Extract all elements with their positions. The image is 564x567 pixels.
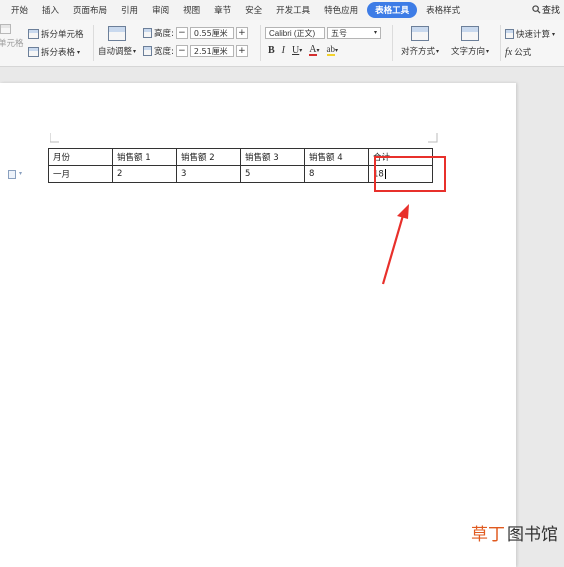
quick-calc-button[interactable]: 快速计算 ▾ — [505, 28, 555, 40]
chevron-down-icon: ▾ — [19, 170, 23, 177]
ribbon-divider — [392, 25, 393, 61]
chevron-down-icon: ▾ — [299, 47, 303, 54]
menu-security[interactable]: 安全 — [238, 4, 269, 16]
chevron-down-icon: ▾ — [335, 47, 339, 54]
menu-special[interactable]: 特色应用 — [317, 4, 365, 16]
formula-icon: fx — [505, 46, 513, 58]
search-icon — [532, 5, 541, 14]
text-direction-label: 文字方向 — [451, 47, 486, 57]
split-table-button[interactable]: 拆分表格 ▾ — [28, 46, 80, 58]
merge-cells-label: 单元格 — [0, 39, 24, 49]
table-cell[interactable]: 销售额 3 — [240, 148, 305, 166]
chevron-down-icon: ▾ — [373, 30, 377, 36]
chevron-down-icon: ▾ — [436, 47, 440, 55]
paragraph-marker-icon[interactable] — [8, 170, 16, 179]
split-table-label: 拆分表格 — [41, 48, 76, 58]
tab-table-style[interactable]: 表格样式 — [419, 4, 467, 16]
height-label: 高度: — [154, 29, 174, 39]
table-cell[interactable]: 2 — [112, 165, 177, 183]
tab-table-tools[interactable]: 表格工具 — [367, 2, 418, 18]
font-color-button[interactable]: A — [309, 45, 317, 56]
table-cell[interactable]: 销售额 2 — [176, 148, 241, 166]
margin-mark-right — [428, 133, 438, 143]
ribbon-divider — [500, 25, 501, 61]
menu-review[interactable]: 审阅 — [145, 4, 176, 16]
row-height-icon — [143, 28, 152, 38]
menu-insert[interactable]: 插入 — [35, 4, 66, 16]
ribbon-toolbar: 单元格 拆分单元格 拆分表格 ▾ 自动调整 ▾ 高度: − 0.55厘米 + 宽… — [0, 20, 564, 67]
width-input[interactable]: 2.51厘米 — [189, 45, 234, 57]
chevron-down-icon: ▾ — [486, 47, 490, 55]
formula-label: 公式 — [514, 48, 532, 58]
width-increase-button[interactable]: + — [235, 45, 248, 57]
align-icon — [411, 26, 430, 41]
menu-section[interactable]: 章节 — [207, 4, 238, 16]
format-buttons: B I U ▾ A ▾ ab ▾ — [268, 45, 338, 56]
chevron-down-icon: ▾ — [133, 47, 137, 55]
table-cell[interactable]: 月份 — [48, 148, 113, 166]
ribbon-divider — [93, 25, 94, 61]
underline-button[interactable]: U — [292, 45, 299, 56]
table-cell[interactable]: 8 — [304, 165, 369, 183]
split-cells-label: 拆分单元格 — [41, 30, 84, 40]
search-button[interactable]: 查找 — [532, 3, 560, 16]
split-cells-button[interactable]: 拆分单元格 — [28, 28, 84, 40]
watermark-suffix: 图书馆 — [507, 525, 558, 545]
auto-adjust-button[interactable]: 自动调整 ▾ — [98, 26, 136, 57]
font-size-select[interactable]: 五号 ▾ — [327, 27, 381, 39]
calculator-icon — [505, 29, 514, 39]
width-label: 宽度: — [154, 47, 174, 57]
width-control: 宽度: − 2.51厘米 + — [143, 45, 248, 57]
auto-adjust-icon — [108, 26, 127, 41]
ribbon-divider — [260, 25, 261, 61]
menu-bar: 开始 插入 页面布局 引用 审阅 视图 章节 安全 开发工具 特色应用 表格工具… — [0, 0, 564, 20]
highlight-box — [374, 156, 446, 192]
table-cell[interactable]: 销售额 1 — [112, 148, 177, 166]
chevron-down-icon: ▾ — [552, 30, 556, 38]
watermark: 草丁 图书馆 — [471, 520, 558, 545]
width-decrease-button[interactable]: − — [175, 45, 188, 57]
column-width-icon — [143, 46, 152, 56]
chevron-down-icon: ▾ — [316, 47, 320, 54]
font-controls: Calibri (正文) 五号 ▾ — [265, 27, 381, 39]
table-cell[interactable]: 销售额 4 — [304, 148, 369, 166]
height-control: 高度: − 0.55厘米 + — [143, 27, 248, 39]
highlight-button[interactable]: ab — [326, 45, 336, 56]
text-direction-icon — [461, 26, 480, 41]
menu-page-layout[interactable]: 页面布局 — [66, 4, 114, 16]
align-label: 对齐方式 — [401, 47, 436, 57]
split-cells-icon — [28, 29, 39, 39]
quick-calc-label: 快速计算 — [516, 30, 551, 40]
menu-developer[interactable]: 开发工具 — [269, 4, 317, 16]
auto-adjust-label: 自动调整 — [98, 47, 133, 57]
table-cell[interactable]: 5 — [240, 165, 305, 183]
split-table-icon — [28, 47, 39, 57]
table-cell[interactable]: 一月 — [48, 165, 113, 183]
height-input[interactable]: 0.55厘米 — [189, 27, 234, 39]
menu-start[interactable]: 开始 — [4, 4, 35, 16]
align-button[interactable]: 对齐方式 ▾ — [401, 26, 439, 57]
bold-button[interactable]: B — [268, 45, 275, 56]
margin-mark-left — [50, 133, 59, 143]
font-size-value: 五号 — [331, 29, 347, 38]
menu-references[interactable]: 引用 — [114, 4, 145, 16]
height-decrease-button[interactable]: − — [175, 27, 188, 39]
text-direction-button[interactable]: 文字方向 ▾ — [451, 26, 489, 57]
formula-button[interactable]: fx 公式 — [505, 46, 532, 59]
merge-cells-button[interactable]: 单元格 — [0, 24, 24, 49]
table-cell[interactable]: 3 — [176, 165, 241, 183]
watermark-brand: 草丁 — [471, 525, 505, 545]
chevron-down-icon: ▾ — [77, 48, 81, 56]
italic-button[interactable]: I — [282, 45, 285, 56]
search-label: 查找 — [541, 6, 560, 16]
menu-view[interactable]: 视图 — [176, 4, 207, 16]
merge-cells-icon — [0, 24, 11, 34]
height-increase-button[interactable]: + — [235, 27, 248, 39]
font-name-select[interactable]: Calibri (正文) — [265, 27, 325, 39]
font-name-value: Calibri (正文) — [269, 29, 316, 38]
